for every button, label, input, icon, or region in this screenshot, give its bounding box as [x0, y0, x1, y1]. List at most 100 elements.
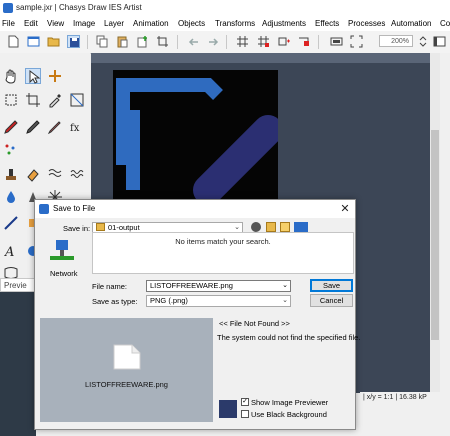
zoom-input[interactable]: 200% — [379, 35, 413, 47]
file-name-value: LISTOFFREEWARE.png — [150, 281, 233, 290]
file-name-input[interactable]: LISTOFFREEWARE.png ⌄ — [146, 280, 291, 292]
toolbar-separator — [177, 35, 178, 49]
file-list[interactable]: No items match your search. — [92, 232, 354, 274]
network-icon — [50, 240, 74, 260]
cancel-button[interactable]: Cancel — [310, 294, 353, 307]
new-folder-icon[interactable] — [280, 222, 290, 232]
menu-objects[interactable]: Objects — [178, 19, 205, 28]
save-button[interactable]: Save — [310, 279, 353, 292]
transform-tool-icon[interactable] — [69, 92, 85, 108]
fullscreen-icon[interactable] — [350, 35, 363, 48]
preview-area — [0, 292, 36, 436]
menu-automation[interactable]: Automation — [391, 19, 431, 28]
crop-icon[interactable] — [156, 35, 169, 48]
save-as-type-select[interactable]: PNG (.png) ⌄ — [146, 295, 291, 307]
resize-icon[interactable] — [278, 35, 291, 48]
save-in-value: 01-output — [108, 223, 140, 232]
black-background-checkbox[interactable] — [241, 410, 249, 418]
scrollbar-thumb[interactable] — [431, 130, 439, 340]
chevron-down-icon: ⌄ — [282, 282, 288, 289]
panel-icon[interactable] — [433, 35, 446, 48]
toolbar-separator — [226, 35, 227, 49]
view-menu-icon[interactable] — [294, 222, 308, 232]
eyedropper-tool-icon[interactable] — [47, 92, 63, 108]
pen-tool-icon[interactable] — [25, 119, 41, 135]
file-message: The system could not find the specified … — [217, 333, 361, 342]
status-bar: | x/y = 1:1 | 16.38 kP — [360, 392, 450, 404]
marquee-tool-icon[interactable] — [3, 92, 19, 108]
effects-tool-icon[interactable]: fx — [69, 119, 85, 135]
scatter-tool-icon[interactable] — [3, 142, 19, 158]
new-file-icon[interactable] — [7, 35, 20, 48]
save-icon[interactable] — [67, 35, 80, 48]
status-text: | x/y = 1:1 | 16.38 kP — [363, 394, 427, 401]
open-folder-icon[interactable] — [47, 35, 60, 48]
black-background-label: Use Black Background — [251, 410, 327, 419]
redo-icon[interactable] — [207, 35, 220, 48]
menu-processes[interactable]: Processes — [348, 19, 385, 28]
paste-new-icon[interactable] — [136, 35, 149, 48]
empty-message: No items match your search. — [175, 237, 271, 246]
canvas-size-icon[interactable] — [298, 35, 311, 48]
grid-icon[interactable] — [236, 35, 249, 48]
open-window-icon[interactable] — [27, 35, 40, 48]
preview-filename: LISTOFFREEWARE.png — [85, 380, 168, 389]
menu-layer[interactable]: Layer — [104, 19, 124, 28]
menu-bar: File Edit View Image Layer Animation Obj… — [0, 17, 450, 31]
image-preview-panel: LISTOFFREEWARE.png — [40, 318, 213, 422]
menu-file[interactable]: File — [2, 19, 15, 28]
file-status: << File Not Found >> — [219, 319, 290, 328]
file-name-label: File name: — [92, 282, 128, 291]
save-as-type-value: PNG (.png) — [150, 296, 188, 305]
show-previewer-checkbox[interactable]: ✓ — [241, 398, 249, 406]
places-network[interactable]: Network — [42, 238, 86, 282]
title-bar: sample.jxr | Chasys Draw IES Artist — [0, 0, 450, 17]
dodge-tool-icon[interactable] — [3, 189, 19, 205]
crop-tool-icon[interactable] — [25, 92, 41, 108]
copy-icon[interactable] — [96, 35, 109, 48]
network-label: Network — [50, 269, 78, 278]
menu-transforms[interactable]: Transforms — [215, 19, 255, 28]
grid-add-icon[interactable] — [257, 35, 270, 48]
pencil-tool-icon[interactable] — [47, 119, 63, 135]
back-icon[interactable] — [251, 222, 261, 232]
paint-brush-icon — [219, 400, 237, 418]
menu-effects[interactable]: Effects — [315, 19, 339, 28]
stamp-tool-icon[interactable] — [3, 166, 19, 182]
svg-text:fx: fx — [70, 123, 80, 134]
zoom-arrows-icon[interactable] — [417, 35, 430, 48]
brush-tool-icon[interactable] — [3, 119, 19, 135]
preview-tab[interactable]: Previe — [0, 278, 36, 292]
up-folder-icon[interactable] — [266, 222, 276, 232]
svg-text:A: A — [4, 245, 14, 259]
ruler — [91, 53, 430, 63]
preview-tab-label: Previe — [4, 281, 27, 290]
wave-tool-icon[interactable] — [69, 166, 85, 182]
undo-icon[interactable] — [187, 35, 200, 48]
paste-icon[interactable] — [116, 35, 129, 48]
menu-edit[interactable]: Edit — [24, 19, 38, 28]
close-icon[interactable]: ✕ — [338, 202, 352, 216]
menu-image[interactable]: Image — [73, 19, 95, 28]
eraser-tool-icon[interactable] — [25, 166, 41, 182]
show-previewer-label: Show Image Previewer — [251, 398, 329, 407]
save-dialog: Save to File ✕ Save in: 01-output ⌄ No i… — [34, 199, 360, 430]
menu-adjustments[interactable]: Adjustments — [262, 19, 306, 28]
hand-tool-icon[interactable] — [3, 68, 19, 84]
menu-view[interactable]: View — [47, 19, 64, 28]
line-tool-icon[interactable] — [3, 215, 19, 231]
text-tool-icon[interactable]: A — [3, 243, 19, 260]
right-panel-edge — [440, 53, 450, 436]
pointer-tool-icon[interactable] — [25, 68, 41, 84]
save-as-type-label: Save as type: — [92, 297, 138, 306]
toolbar-separator — [318, 35, 319, 49]
file-icon — [113, 344, 141, 370]
menu-co[interactable]: Co — [440, 19, 450, 28]
smudge-tool-icon[interactable] — [47, 166, 63, 182]
folder-icon — [96, 223, 105, 231]
fit-window-icon[interactable] — [330, 35, 343, 48]
image-canvas[interactable] — [113, 70, 278, 200]
dialog-title: Save to File — [53, 204, 96, 213]
menu-animation[interactable]: Animation — [133, 19, 169, 28]
move-tool-icon[interactable] — [47, 68, 63, 84]
